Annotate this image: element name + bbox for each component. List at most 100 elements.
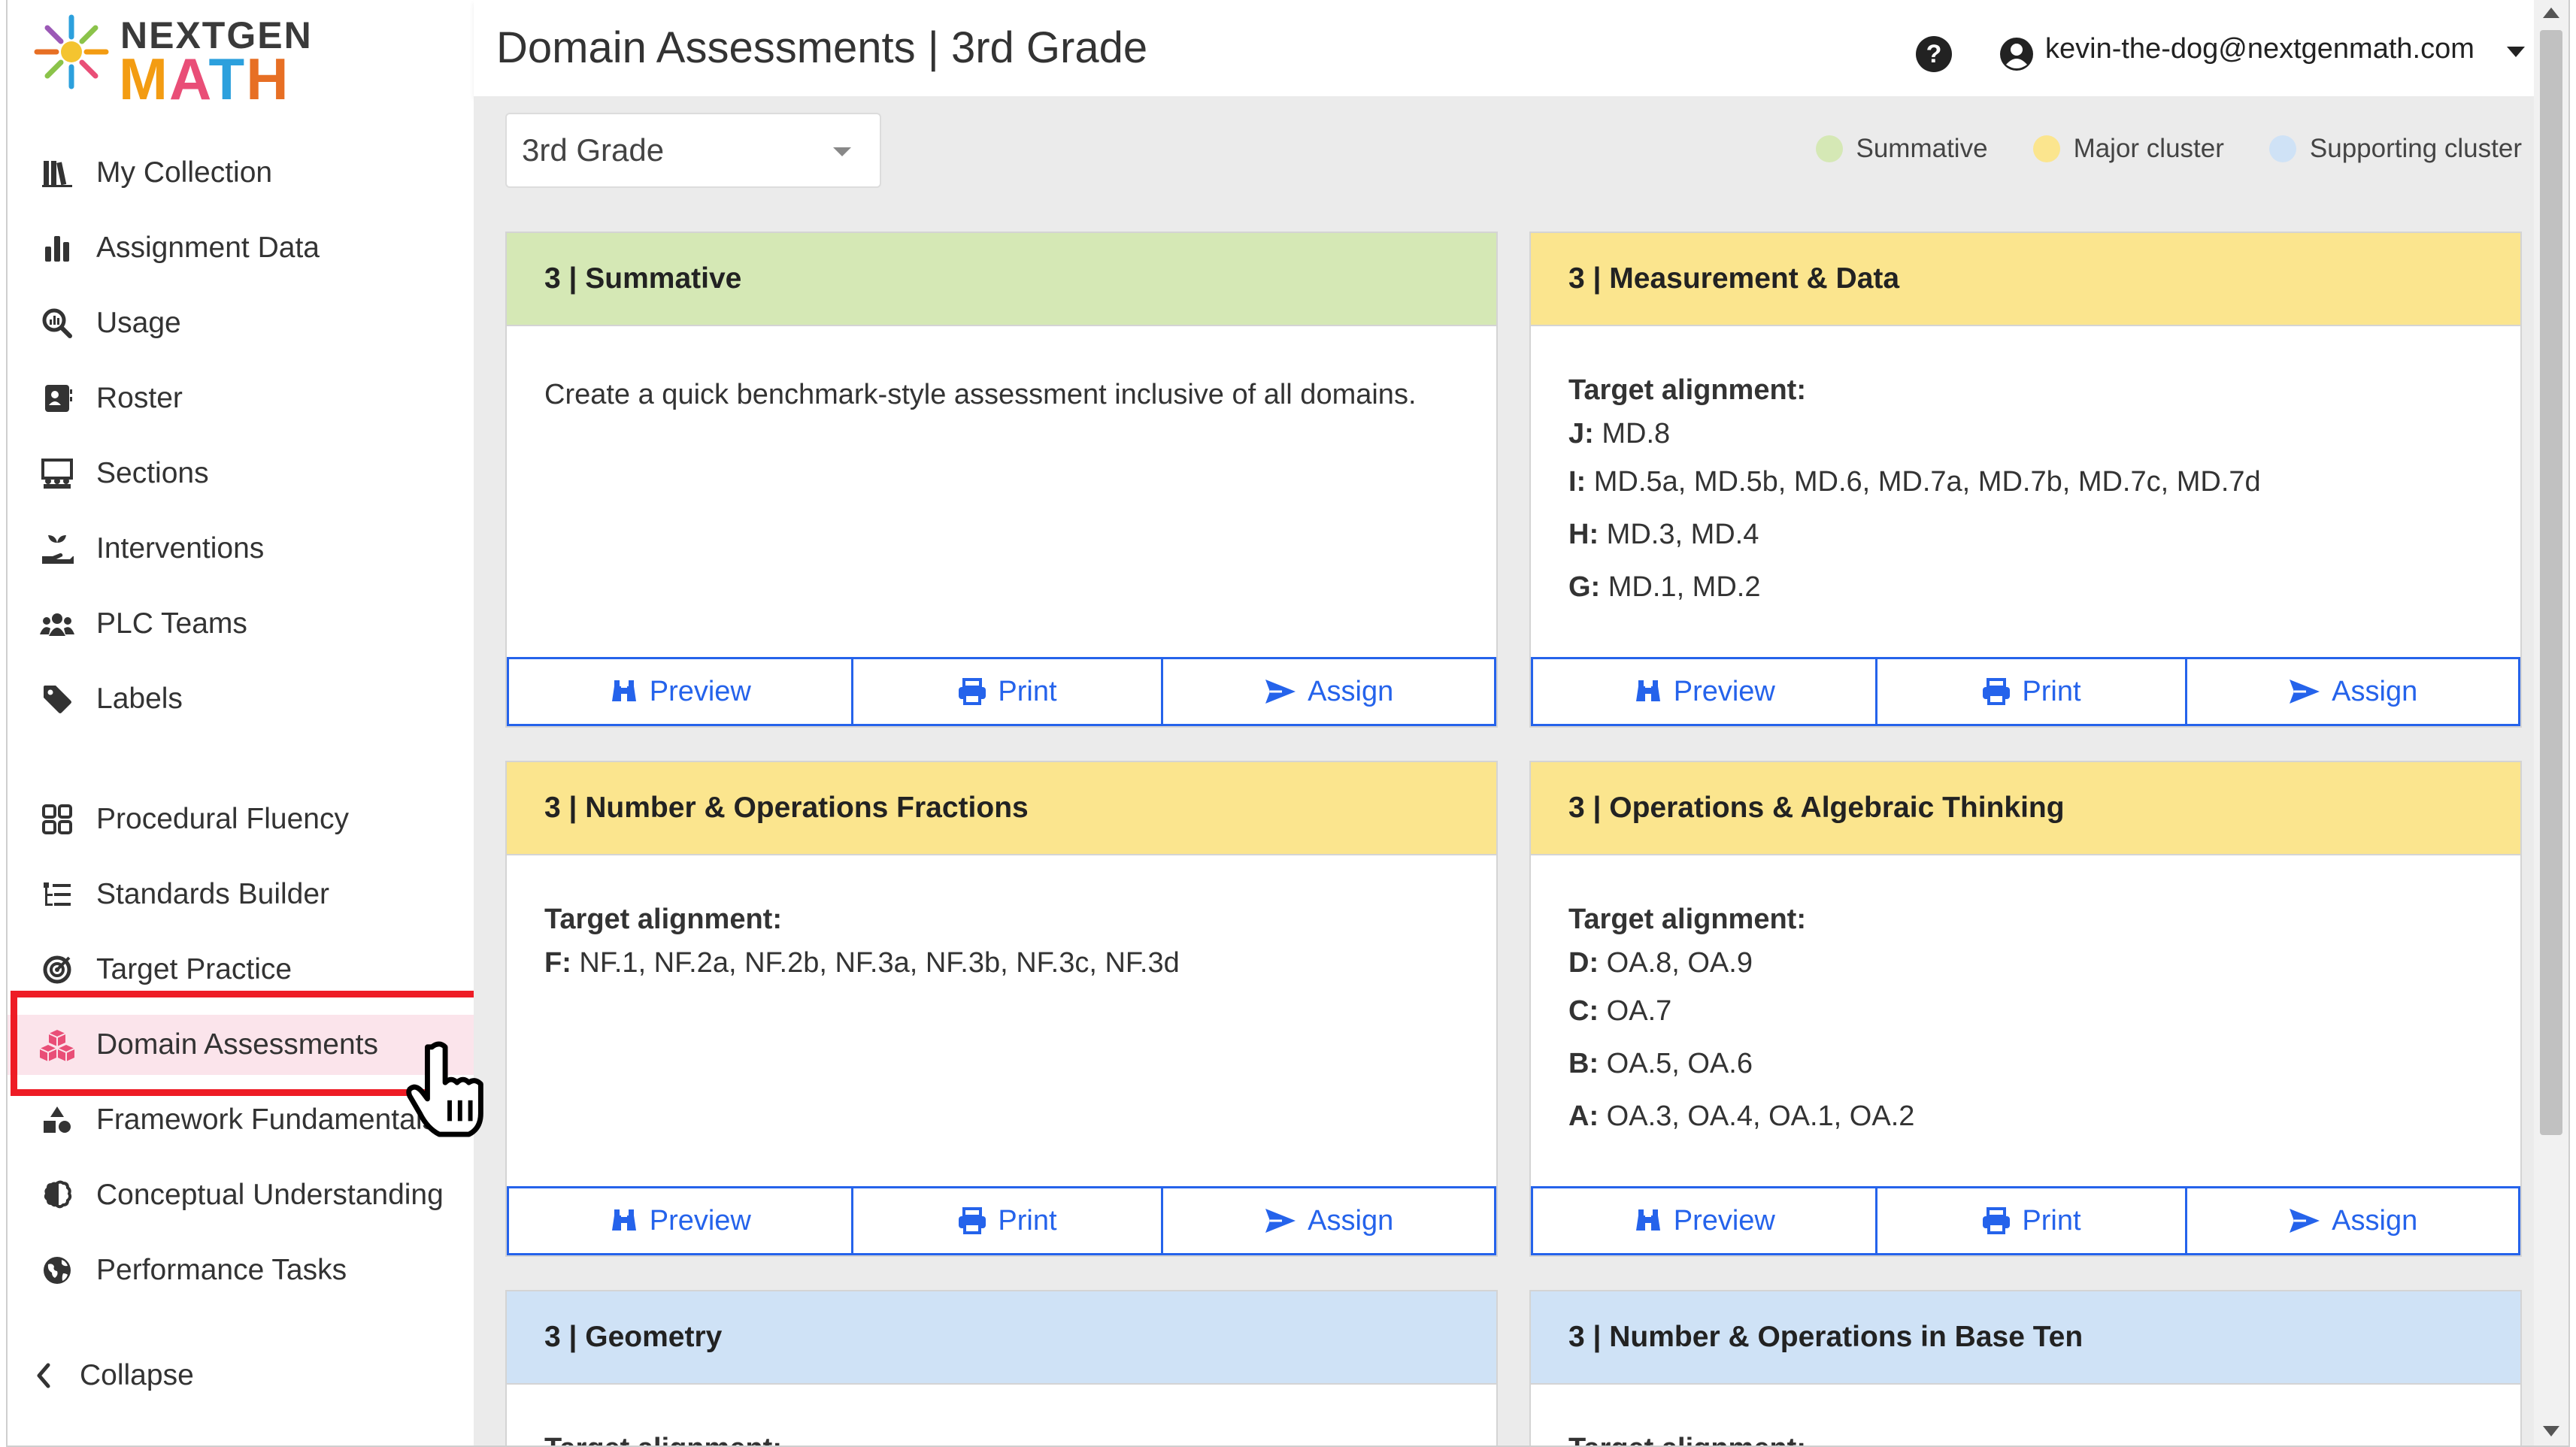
card-title: 3 | Geometry [507, 1291, 1496, 1385]
target-row: F: NF.1, NF.2a, NF.2b, NF.3a, NF.3b, NF.… [544, 947, 1180, 979]
sidebar-item-roster[interactable]: Roster [8, 368, 474, 428]
sidebar-item-domain-assessments[interactable]: Domain Assessments [8, 1015, 474, 1075]
binoculars-icon [609, 1208, 639, 1234]
print-button[interactable]: Print [1877, 1186, 2188, 1255]
target-row: J: MD.8 [1568, 418, 1671, 450]
print-button[interactable]: Print [1877, 657, 2188, 726]
library-icon [38, 153, 77, 192]
vertical-scrollbar[interactable] [2534, 0, 2568, 1445]
scrollbar-thumb[interactable] [2540, 30, 2562, 1135]
card-targets: Target alignment: F: NF.1, NF.2a, NF.2b,… [507, 855, 1496, 985]
sidebar-item-plc-teams[interactable]: PLC Teams [8, 594, 474, 654]
sidebar-item-label: Target Practice [96, 953, 292, 985]
sidebar-item-my-collection[interactable]: My Collection [8, 143, 474, 203]
brain-icon [38, 1176, 77, 1215]
card-actions: Preview Print Assign [507, 1186, 1497, 1255]
sidebar-item-labels[interactable]: Labels [8, 669, 474, 729]
preview-button[interactable]: Preview [1531, 657, 1877, 726]
target-alignment-label: Target alignment: [1568, 904, 1806, 935]
assign-button[interactable]: Assign [2187, 657, 2521, 726]
sidebar-item-label: Standards Builder [96, 878, 330, 910]
paper-plane-icon [2288, 678, 2321, 705]
assessment-card-number-operations-base-ten: 3 | Number & Operations in Base Ten Targ… [1529, 1290, 2522, 1445]
sidebar-item-sections[interactable]: Sections [8, 443, 474, 504]
preview-button[interactable]: Preview [1531, 1186, 1877, 1255]
target-alignment-label: Target alignment: [1568, 1427, 2483, 1445]
card-targets: Target alignment: J: MD.8 I: MD.5a, MD.5… [1531, 326, 2520, 613]
page-title: Domain Assessments | 3rd Grade [496, 23, 1148, 72]
print-button[interactable]: Print [853, 657, 1164, 726]
nextgen-math-logo[interactable]: NEXTGEN MATH [30, 11, 316, 112]
main-content: 3rd Grade Summative Major cluster Suppor… [474, 96, 2537, 1445]
target-alignment-label: Target alignment: [544, 904, 782, 935]
preview-button[interactable]: Preview [507, 657, 853, 726]
magnify-chart-icon [38, 304, 77, 343]
hand-pointer-cursor-icon [406, 1041, 483, 1137]
legend: Summative Major cluster Supporting clust… [1771, 134, 2522, 164]
sidebar-item-label: Labels [96, 683, 183, 715]
sidebar-item-standards-builder[interactable]: Standards Builder [8, 864, 474, 925]
sidebar-item-label: Usage [96, 307, 181, 339]
grade-select[interactable]: 3rd Grade [505, 113, 881, 188]
app-window: NEXTGEN MATH My Collection Assignment Da… [6, 0, 2570, 1447]
assign-button[interactable]: Assign [1163, 657, 1497, 726]
target-row: A: OA.3, OA.4, OA.1, OA.2 [1568, 1100, 1915, 1132]
list-tree-icon [38, 875, 77, 914]
user-email[interactable]: kevin-the-dog@nextgenmath.com [2045, 33, 2474, 65]
logo-burst-icon [34, 14, 109, 89]
tag-icon [38, 680, 77, 719]
sidebar-item-framework-fundamentals[interactable]: Framework Fundamentals [8, 1090, 474, 1150]
collapse-button[interactable]: Collapse [8, 1346, 474, 1406]
sidebar-item-target-practice[interactable]: Target Practice [8, 940, 474, 1000]
target-alignment-label: Target alignment: [1568, 374, 1806, 406]
sidebar-item-label: Interventions [96, 532, 265, 565]
legend-dot [1815, 135, 1843, 162]
shapes-icon [38, 1100, 77, 1140]
card-actions: Preview Print Assign [1531, 1186, 2521, 1255]
user-circle-icon[interactable] [1999, 36, 2035, 72]
bar-chart-icon [38, 229, 77, 268]
assessment-card-operations-algebraic-thinking: 3 | Operations & Algebraic Thinking Targ… [1529, 761, 2522, 1257]
bullseye-icon [38, 950, 77, 989]
sidebar-item-interventions[interactable]: Interventions [8, 519, 474, 579]
sidebar-item-performance-tasks[interactable]: Performance Tasks [8, 1240, 474, 1300]
target-row: C: OA.7 [1568, 995, 1672, 1027]
print-button[interactable]: Print [853, 1186, 1164, 1255]
sidebar-item-procedural-fluency[interactable]: Procedural Fluency [8, 789, 474, 849]
assign-button[interactable]: Assign [2187, 1186, 2521, 1255]
card-targets: Target alignment: D: OA.8, OA.9 C: OA.7 … [1531, 855, 2520, 1143]
sidebar-item-assignment-data[interactable]: Assignment Data [8, 218, 474, 278]
paper-plane-icon [2288, 1207, 2321, 1234]
sidebar-item-usage[interactable]: Usage [8, 293, 474, 353]
sidebar-item-label: Framework Fundamentals [96, 1103, 437, 1136]
target-row: B: OA.5, OA.6 [1568, 1048, 1753, 1079]
scroll-down-icon[interactable] [2543, 1426, 2559, 1436]
printer-icon [1981, 1207, 2011, 1234]
grid-icon [38, 800, 77, 839]
help-icon[interactable]: ? [1916, 36, 1952, 72]
hand-seedling-icon [38, 529, 77, 568]
sidebar-item-conceptual-understanding[interactable]: Conceptual Understanding [8, 1165, 474, 1225]
sidebar-item-label: My Collection [96, 156, 273, 189]
scroll-up-icon[interactable] [2543, 8, 2559, 18]
binoculars-icon [609, 679, 639, 704]
legend-dot [2268, 135, 2296, 162]
printer-icon [1981, 678, 2011, 705]
preview-button[interactable]: Preview [507, 1186, 853, 1255]
card-title: 3 | Operations & Algebraic Thinking [1531, 762, 2520, 855]
collapse-label: Collapse [80, 1359, 194, 1391]
dropdown-arrow-icon [833, 147, 851, 156]
sidebar-item-label: Sections [96, 457, 209, 489]
sidebar-item-label: PLC Teams [96, 607, 247, 640]
id-card-icon [38, 379, 77, 418]
card-actions: Preview Print Assign [1531, 657, 2521, 726]
target-row: G: MD.1, MD.2 [1568, 571, 1761, 603]
printer-icon [957, 1207, 987, 1234]
chevron-down-icon[interactable] [2507, 47, 2525, 57]
target-row: H: MD.3, MD.4 [1568, 519, 1759, 550]
legend-item-major-cluster: Major cluster [2032, 134, 2224, 164]
card-actions: Preview Print Assign [507, 657, 1497, 726]
paper-plane-icon [1264, 1207, 1297, 1234]
chevron-left-icon [30, 1356, 57, 1395]
assign-button[interactable]: Assign [1163, 1186, 1497, 1255]
